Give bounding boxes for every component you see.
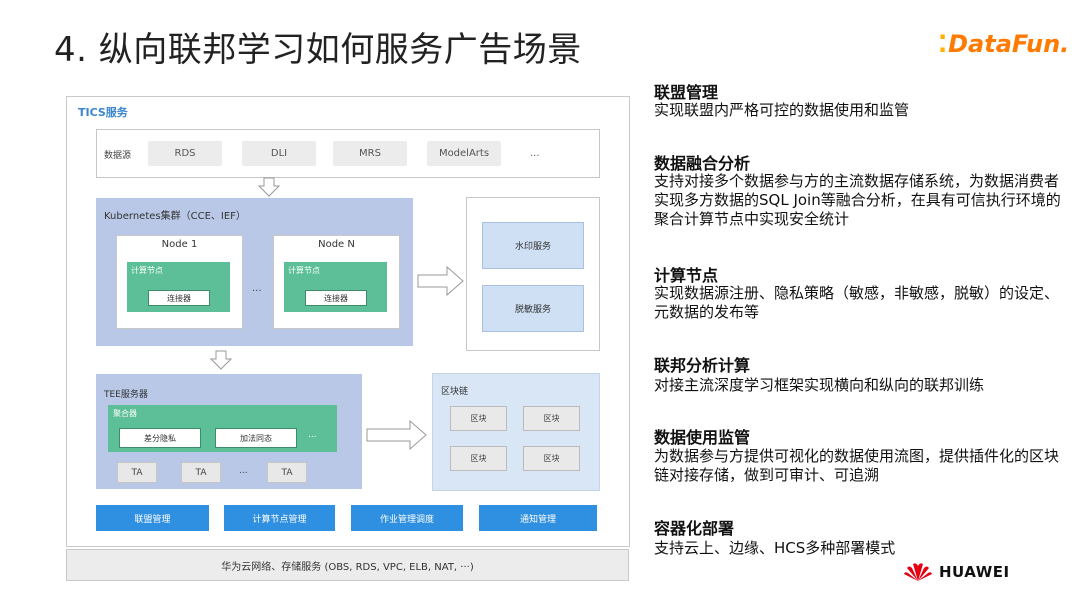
data-source-ellipsis: ...	[530, 148, 540, 159]
compute-node-label: 计算节点	[288, 266, 320, 275]
huawei-cloud-services-bar: 华为云网络、存储服务 (OBS, RDS, VPC, ELB, NAT, ···…	[66, 549, 629, 581]
connector-box: 连接器	[305, 290, 367, 306]
section-body: 实现数据源注册、隐私策略（敏感，非敏感，脱敏）的设定、元数据的发布等	[654, 284, 1060, 321]
section-heading: 数据融合分析	[654, 154, 751, 173]
compute-node-label: 计算节点	[131, 266, 163, 275]
compute-node-management-bar: 计算节点管理	[224, 505, 335, 531]
ta-box: TA	[181, 462, 221, 483]
section-body: 支持云上、边缘、HCS多种部署模式	[654, 539, 896, 557]
tics-service-label: TICS服务	[78, 106, 128, 119]
right-arrow-icon	[417, 266, 464, 296]
down-arrow-icon	[210, 350, 232, 370]
compute-node: 计算节点 连接器	[127, 262, 230, 312]
kubernetes-cluster-label: Kubernetes集群（CCE、IEF）	[104, 211, 246, 222]
alliance-management-bar: 联盟管理	[96, 505, 209, 531]
section-body: 对接主流深度学习框架实现横向和纵向的联邦训练	[654, 376, 985, 394]
section-body: 支持对接多个数据参与方的主流数据存储系统，为数据消费者实现多方数据的SQL Jo…	[654, 172, 1061, 228]
data-source-chip: ModelArts	[427, 141, 501, 166]
down-arrow-icon	[258, 177, 280, 197]
data-source-chip: DLI	[242, 141, 316, 166]
watermark-service: 水印服务	[482, 222, 584, 269]
desensitization-service: 脱敏服务	[482, 285, 584, 332]
data-source-label: 数据源	[104, 151, 132, 161]
datafun-logo: ⁚DataFun.	[938, 30, 1069, 58]
aggregator-ellipsis: ...	[308, 430, 317, 440]
section-body: 为数据参与方提供可视化的数据使用流图，提供插件化的区块链对接存储，做到可审计、可…	[654, 447, 1060, 484]
block-item: 区块	[523, 446, 580, 471]
aggregator-item: 差分隐私	[119, 428, 201, 448]
node-ellipsis: ...	[252, 283, 262, 294]
slide-title: 4. 纵向联邦学习如何服务广告场景	[54, 30, 582, 70]
huawei-brand-text: HUAWEI	[939, 563, 1010, 581]
block-item: 区块	[450, 406, 507, 431]
section-heading: 联盟管理	[654, 83, 719, 102]
aggregator-item: 加法同态	[215, 428, 297, 448]
compute-node: 计算节点 连接器	[284, 262, 387, 312]
job-scheduling-bar: 作业管理调度	[351, 505, 463, 531]
section-heading: 联邦分析计算	[654, 356, 751, 375]
ta-ellipsis: ...	[239, 466, 248, 476]
aggregator-label: 聚合器	[113, 409, 137, 418]
node-title: Node N	[318, 239, 355, 250]
connector-box: 连接器	[148, 290, 210, 306]
block-item: 区块	[523, 406, 580, 431]
ta-box: TA	[117, 462, 157, 483]
data-source-chip: RDS	[148, 141, 222, 166]
tee-server-label: TEE服务器	[104, 390, 148, 400]
data-source-chip: MRS	[333, 141, 407, 166]
section-body: 实现联盟内严格可控的数据使用和监管	[654, 101, 910, 119]
ta-box: TA	[267, 462, 307, 483]
logo-dots-icon: ⁚	[938, 30, 948, 58]
block-item: 区块	[450, 446, 507, 471]
notification-management-bar: 通知管理	[479, 505, 597, 531]
huawei-brand: HUAWEI	[903, 562, 1010, 582]
huawei-petal-icon	[904, 563, 932, 581]
section-heading: 数据使用监管	[654, 428, 751, 447]
section-heading: 容器化部署	[654, 519, 735, 538]
node-title: Node 1	[161, 239, 198, 250]
right-arrow-icon	[366, 420, 427, 450]
section-heading: 计算节点	[654, 266, 719, 285]
blockchain-label: 区块链	[441, 387, 469, 397]
logo-text: DataFun.	[948, 30, 1070, 58]
